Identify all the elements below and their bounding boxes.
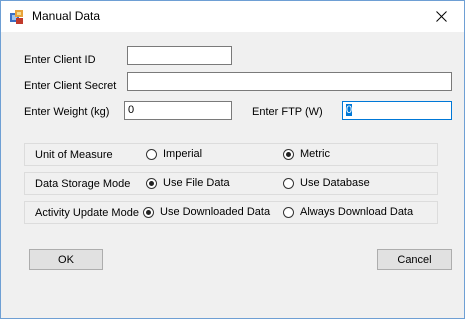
client-id-field[interactable] [127, 46, 232, 65]
always-download-data-label: Always Download Data [300, 206, 414, 218]
activity-update-mode-group: Activity Update Mode Use Downloaded Data… [24, 201, 438, 224]
radio-on-icon [146, 177, 157, 189]
title-bar: Manual Data [1, 1, 464, 32]
radio-off-icon [146, 148, 157, 160]
unit-of-measure-label: Unit of Measure [35, 149, 113, 161]
data-storage-mode-group: Data Storage Mode Use File Data Use Data… [24, 172, 438, 195]
radio-on-icon [143, 206, 154, 218]
window-title: Manual Data [32, 9, 101, 23]
ftp-value: 0 [346, 104, 353, 116]
radio-off-icon [283, 177, 294, 189]
use-downloaded-data-radio[interactable]: Use Downloaded Data [143, 206, 270, 218]
client-secret-field[interactable] [127, 72, 452, 91]
client-secret-label: Enter Client Secret [24, 80, 117, 92]
ftp-label: Enter FTP (W) [252, 106, 323, 118]
radio-on-icon [283, 148, 294, 160]
imperial-label: Imperial [163, 148, 203, 160]
always-download-data-radio[interactable]: Always Download Data [283, 206, 413, 218]
cancel-button[interactable]: Cancel [377, 249, 452, 270]
metric-label: Metric [300, 148, 330, 160]
use-file-data-radio[interactable]: Use File Data [146, 177, 230, 189]
manual-data-dialog: Manual Data Enter Client ID Enter Client… [0, 0, 465, 319]
weight-field[interactable]: 0 [124, 101, 232, 120]
metric-radio[interactable]: Metric [283, 148, 330, 160]
imperial-radio[interactable]: Imperial [146, 148, 202, 160]
close-icon [435, 11, 447, 22]
data-storage-mode-label: Data Storage Mode [35, 178, 131, 190]
close-button[interactable] [418, 1, 464, 32]
activity-update-mode-label: Activity Update Mode [35, 207, 139, 219]
ftp-field[interactable]: 0 [342, 101, 452, 120]
client-id-label: Enter Client ID [24, 54, 96, 66]
use-downloaded-data-label: Use Downloaded Data [160, 206, 271, 218]
unit-of-measure-group: Unit of Measure Imperial Metric [24, 143, 438, 166]
app-icon [10, 10, 23, 24]
radio-off-icon [283, 206, 294, 218]
use-database-label: Use Database [300, 177, 370, 189]
ok-button[interactable]: OK [29, 249, 103, 270]
use-database-radio[interactable]: Use Database [283, 177, 370, 189]
weight-label: Enter Weight (kg) [24, 106, 110, 118]
use-file-data-label: Use File Data [163, 177, 230, 189]
